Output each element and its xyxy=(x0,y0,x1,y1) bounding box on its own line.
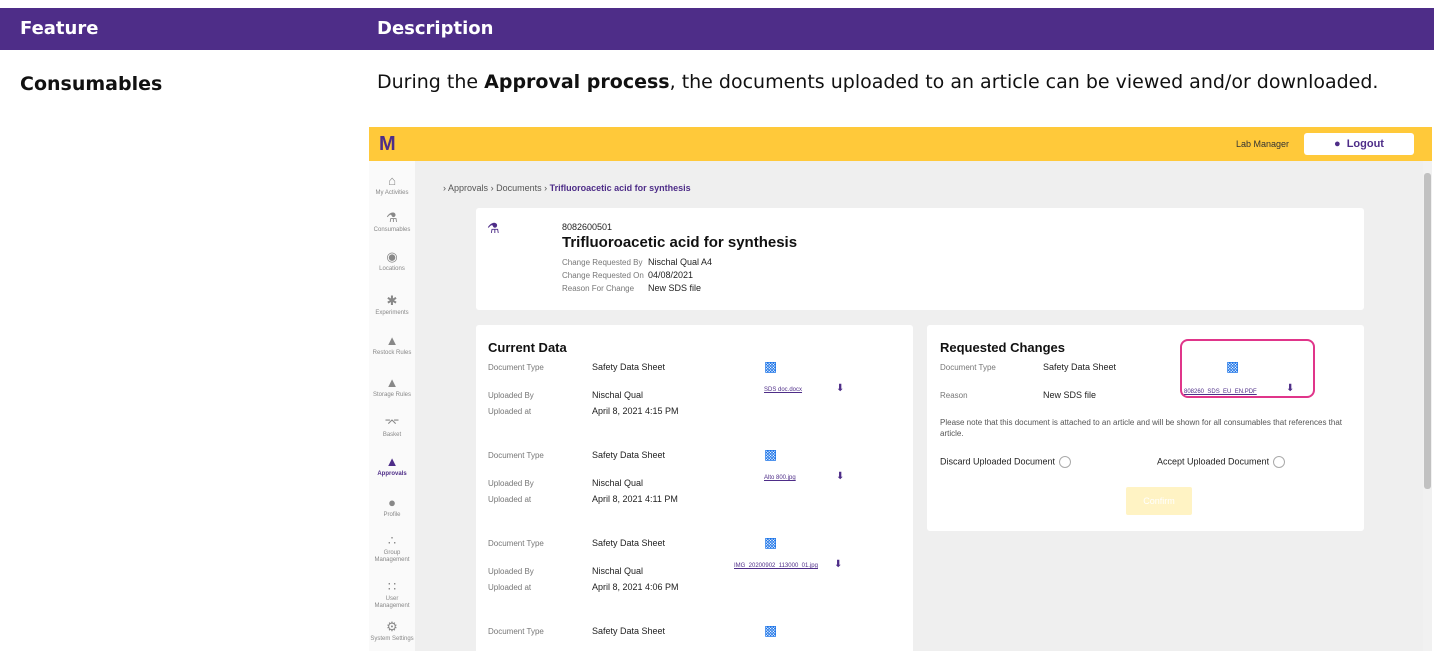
current-data-card: Current Data Document Type Safety Data S… xyxy=(476,325,913,651)
uploaded-by-label: Uploaded By xyxy=(488,391,534,400)
pin-icon: ◉ xyxy=(386,249,398,264)
breadcrumb-approvals[interactable]: Approvals xyxy=(448,183,488,193)
requested-on-value: 04/08/2021 xyxy=(648,270,694,280)
users-icon: ∷ xyxy=(387,579,397,594)
download-icon[interactable]: ⬇ xyxy=(836,471,844,482)
download-icon[interactable]: ⬇ xyxy=(834,559,842,570)
doc-type-label: Document Type xyxy=(488,451,544,460)
chevron-right-icon: › xyxy=(443,183,446,193)
sidebar-item-restock-rules[interactable]: ▲ Restock Rules xyxy=(369,333,415,357)
download-icon[interactable]: ⬇ xyxy=(836,383,844,394)
app-screenshot: M Lab Manager ● Logout ⌂ My Activities ⚗ Co… xyxy=(369,127,1432,651)
requested-changes-title: Requested Changes xyxy=(940,340,1065,355)
document-link[interactable]: SDS doc.docx xyxy=(764,387,802,393)
uploaded-by-value: Nischal Qual xyxy=(592,478,644,488)
sidebar-item-storage-rules[interactable]: ▲ Storage Rules xyxy=(369,375,415,399)
doc-type-value: Safety Data Sheet xyxy=(592,450,666,460)
reason-label: Reason For Change xyxy=(562,284,635,293)
sidebar-item-consumables[interactable]: ⚗ Consumables xyxy=(369,210,415,234)
storage-icon: ▲ xyxy=(385,375,399,390)
sidebar-item-locations[interactable]: ◉ Locations xyxy=(369,249,415,273)
molecule-icon: ✱ xyxy=(386,293,398,308)
description-column-header: Description xyxy=(377,18,494,39)
uploaded-at-label: Uploaded at xyxy=(488,583,532,592)
doc-type-label: Document Type xyxy=(488,363,544,372)
chevron-right-icon: › xyxy=(544,183,548,193)
app-topbar: M Lab Manager ● Logout xyxy=(369,127,1432,161)
attachment-note: Please note that this document is attach… xyxy=(940,418,1343,438)
sidebar: ⌂ My Activities ⚗ Consumables ◉ Locations ✱… xyxy=(369,161,415,651)
thumbs-up-icon: ▲ xyxy=(385,454,399,469)
image-document-icon[interactable]: ▩ xyxy=(764,622,777,639)
flask-icon: ⚗ xyxy=(386,210,398,225)
doc-type-label: Document Type xyxy=(940,363,996,372)
uploaded-at-label: Uploaded at xyxy=(488,495,532,504)
sidebar-item-user-management[interactable]: ∷ User Management xyxy=(369,579,415,610)
description-cell: During the Approval process, the documen… xyxy=(377,71,1379,93)
chevron-right-icon: › xyxy=(490,183,494,193)
app-logo: M xyxy=(379,133,396,155)
logout-button[interactable]: ● Logout xyxy=(1304,133,1414,155)
requested-by-value: Nischal Qual A4 xyxy=(648,257,713,267)
breadcrumb: › Approvals › Documents › Trifluoroaceti… xyxy=(443,183,691,193)
article-number: 8082600501 xyxy=(562,222,613,232)
breadcrumb-documents[interactable]: Documents xyxy=(496,183,542,193)
basket-icon: ⌤ xyxy=(384,415,400,430)
image-document-icon[interactable]: ▩ xyxy=(764,446,777,463)
accept-option[interactable]: Accept Uploaded Document xyxy=(1157,456,1286,468)
home-icon: ⌂ xyxy=(388,173,396,188)
gear-icon: ⚙ xyxy=(386,619,398,634)
sidebar-item-profile[interactable]: ● Profile xyxy=(369,495,415,519)
uploaded-by-label: Uploaded By xyxy=(488,479,534,488)
reason-label: Reason xyxy=(940,391,968,400)
sidebar-item-group-management[interactable]: ∴ Group Management xyxy=(369,533,415,564)
discard-radio[interactable] xyxy=(1059,456,1072,468)
discard-option[interactable]: Discard Uploaded Document xyxy=(940,456,1072,468)
doc-type-label: Document Type xyxy=(488,539,544,548)
scrollbar-thumb[interactable] xyxy=(1424,173,1431,489)
uploaded-by-value: Nischal Qual xyxy=(592,390,644,400)
uploaded-at-label: Uploaded at xyxy=(488,407,532,416)
image-document-icon[interactable]: ▩ xyxy=(764,534,777,551)
doc-type-value: Safety Data Sheet xyxy=(592,362,666,372)
requested-on-label: Change Requested On xyxy=(562,271,644,280)
feature-cell: Consumables xyxy=(20,73,163,95)
group-icon: ∴ xyxy=(387,533,397,548)
reason-value: New SDS file xyxy=(1043,390,1097,400)
article-summary-card: ⚗ 8082600501 Trifluoroacetic acid for sy… xyxy=(476,208,1364,310)
breadcrumb-current: Trifluoroacetic acid for synthesis xyxy=(549,183,691,193)
sidebar-item-basket[interactable]: ⌤ Basket xyxy=(369,415,415,439)
table-header: Feature Description xyxy=(0,8,1434,50)
uploaded-at-value: April 8, 2021 4:06 PM xyxy=(592,582,679,592)
article-name: Trifluoroacetic acid for synthesis xyxy=(562,234,798,251)
uploaded-by-label: Uploaded By xyxy=(488,567,534,576)
sidebar-item-my-activities[interactable]: ⌂ My Activities xyxy=(369,173,415,197)
user-role: Lab Manager xyxy=(1235,139,1289,149)
bell-icon: ▲ xyxy=(385,333,399,348)
highlight-frame xyxy=(1180,339,1315,398)
person-icon: ● xyxy=(388,495,396,510)
uploaded-at-value: April 8, 2021 4:11 PM xyxy=(592,494,678,504)
current-data-title: Current Data xyxy=(488,340,567,355)
requested-by-label: Change Requested By xyxy=(562,258,643,267)
sidebar-item-system-settings[interactable]: ⚙ System Settings xyxy=(369,619,415,643)
sidebar-item-experiments[interactable]: ✱ Experiments xyxy=(369,293,415,317)
confirm-button[interactable]: Confirm xyxy=(1126,487,1192,515)
doc-type-label: Document Type xyxy=(488,627,544,636)
feature-column-header: Feature xyxy=(20,18,99,39)
doc-type-value: Safety Data Sheet xyxy=(1043,362,1117,372)
reason-value: New SDS file xyxy=(648,283,702,293)
uploaded-at-value: April 8, 2021 4:15 PM xyxy=(592,406,679,416)
sidebar-item-approvals[interactable]: ▲ Approvals xyxy=(369,454,415,478)
person-icon: ● xyxy=(1334,138,1341,150)
document-link[interactable]: Alto 800.jpg xyxy=(764,475,796,481)
flask-icon: ⚗ xyxy=(487,220,500,236)
doc-type-value: Safety Data Sheet xyxy=(592,538,666,548)
doc-type-value: Safety Data Sheet xyxy=(592,626,666,636)
uploaded-by-value: Nischal Qual xyxy=(592,566,644,576)
document-link[interactable]: IMG_20200902_113000_01.jpg xyxy=(734,563,818,569)
word-document-icon[interactable]: ▩ xyxy=(764,358,777,375)
accept-radio[interactable] xyxy=(1273,456,1286,468)
